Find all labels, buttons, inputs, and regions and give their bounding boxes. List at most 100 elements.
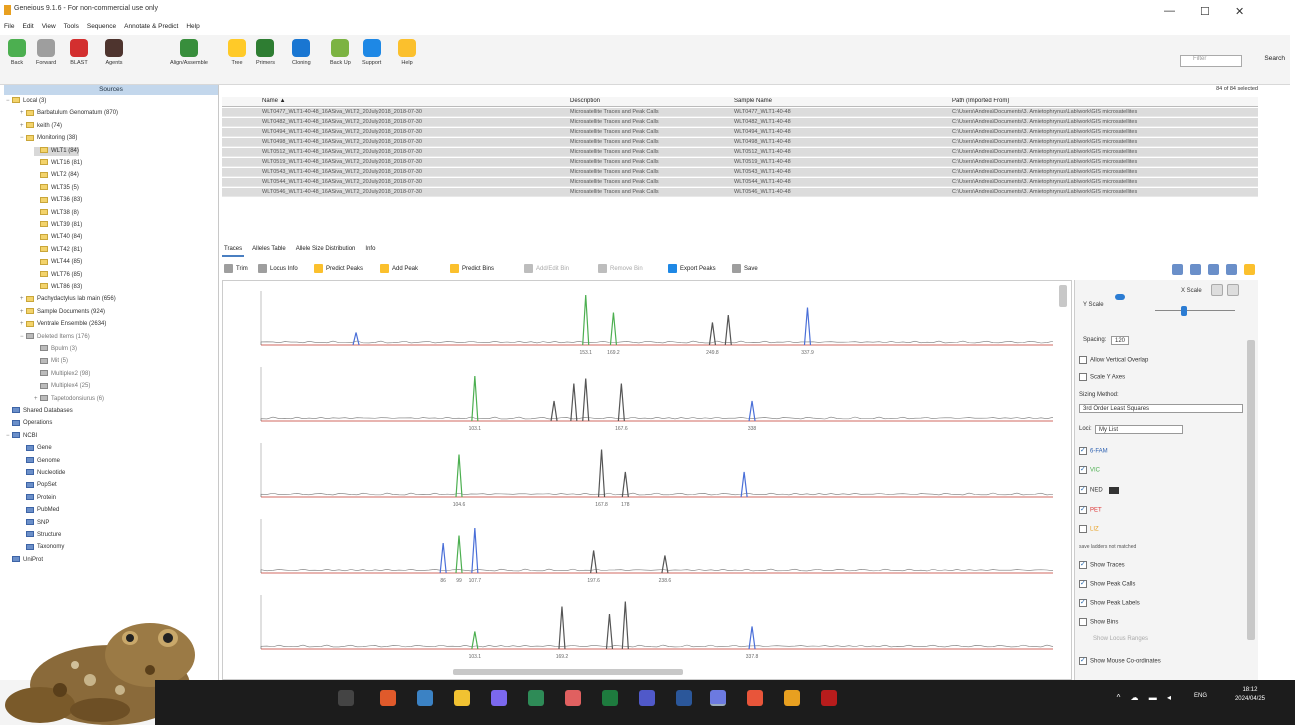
geneious-taskbar-icon[interactable]	[784, 690, 800, 706]
table-row[interactable]: WLT0543_WLT1-40-48_16ASiva_WLT2_20July20…	[222, 168, 1258, 177]
table-row[interactable]: WLT0498_WLT1-40-48_16ASiva_WLT2_20July20…	[222, 138, 1258, 147]
source-tree-item[interactable]: WLT39 (81)	[34, 221, 82, 230]
toolbar-align-assemble-button[interactable]: Align/Assemble	[170, 39, 208, 66]
horizontal-scrollbar-thumb[interactable]	[453, 669, 683, 675]
taskbar-app-icon-2[interactable]	[417, 690, 433, 706]
teams-icon[interactable]	[639, 690, 655, 706]
table-row[interactable]: WLT0544_WLT1-40-48_16ASiva_WLT2_20July20…	[222, 178, 1258, 187]
trace-trim-button[interactable]: Trim	[224, 264, 248, 273]
ned-color-swatch[interactable]	[1108, 486, 1119, 494]
source-tree-item[interactable]: WLT35 (5)	[34, 184, 79, 193]
tab-allele-size-distribution[interactable]: Allele Size Distribution	[294, 245, 358, 257]
pdf-reader-icon[interactable]	[821, 690, 837, 706]
close-button[interactable]: ✕	[1235, 5, 1244, 18]
taskbar-app-icon-4[interactable]	[491, 690, 507, 706]
trace-peak[interactable]	[455, 535, 463, 574]
source-tree-item[interactable]: UniProt	[6, 556, 43, 565]
zoom-out-icon[interactable]	[1227, 284, 1239, 296]
select-icon[interactable]	[1190, 264, 1201, 275]
column-path[interactable]: Path (Imported From)	[952, 98, 1009, 104]
trace-save-button[interactable]: Save	[732, 264, 758, 273]
source-tree-item[interactable]: WLT86 (83)	[34, 283, 82, 292]
scale-y-axes-checkbox[interactable]	[1079, 373, 1087, 381]
toolbar-cloning-button[interactable]: Cloning	[292, 39, 311, 66]
source-tree-item[interactable]: WLT2 (84)	[34, 171, 79, 180]
source-tree-item[interactable]: PubMed	[20, 506, 59, 515]
source-tree-item[interactable]: Multiplex2 (98)	[34, 370, 90, 379]
search-input[interactable]: Filter	[1180, 55, 1242, 67]
trace-peak[interactable]	[661, 555, 669, 574]
source-tree-item[interactable]: WLT38 (8)	[34, 209, 79, 218]
trace-peak[interactable]	[724, 314, 732, 346]
menu-annotate-predict[interactable]: Annotate & Predict	[122, 22, 180, 35]
dye-6fam-option[interactable]: 6-FAM	[1079, 446, 1108, 455]
toolbar-forward-button[interactable]: Forward	[36, 39, 56, 66]
trace-peak[interactable]	[621, 601, 629, 650]
dye-liz-checkbox[interactable]	[1079, 525, 1087, 533]
taskbar-clock[interactable]: 18:12 2024/04/25	[1235, 686, 1265, 704]
source-tree-item[interactable]: WLT76 (85)	[34, 271, 82, 280]
scale-y-axes-option[interactable]: Scale Y Axes	[1079, 373, 1125, 381]
source-tree-item[interactable]: − Local (3)	[6, 97, 46, 106]
menu-tools[interactable]: Tools	[62, 22, 81, 35]
trace-peak[interactable]	[605, 613, 614, 650]
source-tree-item[interactable]: WLT36 (83)	[34, 196, 82, 205]
source-tree-item[interactable]: − NCBI	[6, 432, 37, 441]
table-row[interactable]: WLT0482_WLT1-40-48_16ASiva_WLT2_20July20…	[222, 118, 1258, 127]
dye-pet-checkbox[interactable]	[1079, 505, 1087, 514]
dye-ned-option[interactable]: NED	[1079, 485, 1119, 494]
trace-export-peaks-button[interactable]: Export Peaks	[668, 264, 716, 273]
trace-viewer[interactable]: 153.1 169.2 249.8 337.9 103.1 167.6 338 104.6 16…	[222, 280, 1072, 680]
dye-ned-checkbox[interactable]	[1079, 485, 1087, 494]
settings-icon[interactable]	[1226, 264, 1237, 275]
source-tree-item[interactable]: WLT44 (85)	[34, 258, 82, 267]
source-tree-item[interactable]: + keith (74)	[20, 122, 62, 131]
trace-peak[interactable]	[570, 383, 578, 422]
dye-liz-option[interactable]: LIZ	[1079, 525, 1099, 533]
show-mouse-coords-option[interactable]: Show Mouse Co-ordinates	[1079, 656, 1161, 665]
trace-predict-peaks-button[interactable]: Predict Peaks	[314, 264, 363, 273]
copy-icon[interactable]	[1172, 264, 1183, 275]
menu-help[interactable]: Help	[184, 22, 201, 35]
table-row[interactable]: WLT0494_WLT1-40-48_16ASiva_WLT2_20July20…	[222, 128, 1258, 137]
table-row[interactable]: WLT0546_WLT1-40-48_16ASiva_WLT2_20July20…	[222, 188, 1258, 197]
taskbar-app-icon-10[interactable]	[710, 690, 726, 706]
sizing-method-select[interactable]: 3rd Order Least Squares	[1079, 404, 1243, 413]
source-tree-item[interactable]: + Sample Documents (924)	[20, 308, 105, 317]
taskbar-app-icon-1[interactable]	[380, 690, 396, 706]
zoom-in-icon[interactable]	[1211, 284, 1223, 296]
trace-peak[interactable]	[558, 606, 566, 650]
language-indicator[interactable]: ENG	[1194, 693, 1207, 699]
dye-vic-checkbox[interactable]	[1079, 465, 1087, 474]
maximize-button[interactable]: ☐	[1200, 5, 1210, 18]
menu-view[interactable]: View	[40, 22, 58, 35]
trace-peak[interactable]	[609, 312, 618, 346]
tab-traces[interactable]: Traces	[222, 245, 245, 257]
dye-pet-option[interactable]: PET	[1079, 505, 1102, 514]
spacing-input[interactable]: 120	[1111, 336, 1130, 345]
source-tree-item[interactable]: Taxonomy	[20, 543, 64, 552]
source-tree-item[interactable]: PopSet	[20, 481, 57, 490]
source-tree-item[interactable]: Nucleotide	[20, 469, 65, 478]
trace-peak[interactable]	[708, 322, 717, 346]
show-bins-option[interactable]: Show Bins	[1079, 618, 1118, 626]
source-tree-item[interactable]: Operations	[6, 419, 52, 428]
source-tree-item[interactable]: − Deleted Items (176)	[20, 333, 90, 342]
search-button[interactable]: Search	[1264, 55, 1285, 62]
source-tree-item[interactable]: + Ventrale Ensemble (2634)	[20, 320, 106, 329]
source-tree-item[interactable]: WLT42 (81)	[34, 246, 82, 255]
source-tree-item[interactable]: Structure	[20, 531, 61, 540]
column-description[interactable]: Description	[570, 98, 600, 104]
trace-peak[interactable]	[471, 375, 479, 422]
source-tree-item[interactable]: Mit (5)	[34, 357, 68, 366]
trace-peak[interactable]	[550, 400, 558, 422]
source-tree-item[interactable]: WLT40 (84)	[34, 233, 82, 242]
word-icon[interactable]	[676, 690, 692, 706]
system-tray-icons[interactable]: ^ ☁ ▬ ◂	[1117, 693, 1175, 702]
trace-peak[interactable]	[617, 383, 625, 422]
column-sample-name[interactable]: Sample Name	[734, 98, 772, 104]
tab-info[interactable]: Info	[363, 245, 377, 257]
source-tree-item[interactable]: + Barbatulum Genomatum (870)	[20, 109, 118, 118]
source-tree-item[interactable]: WLT1 (84)	[34, 146, 79, 156]
toolbar-tree-button[interactable]: Tree	[228, 39, 246, 66]
